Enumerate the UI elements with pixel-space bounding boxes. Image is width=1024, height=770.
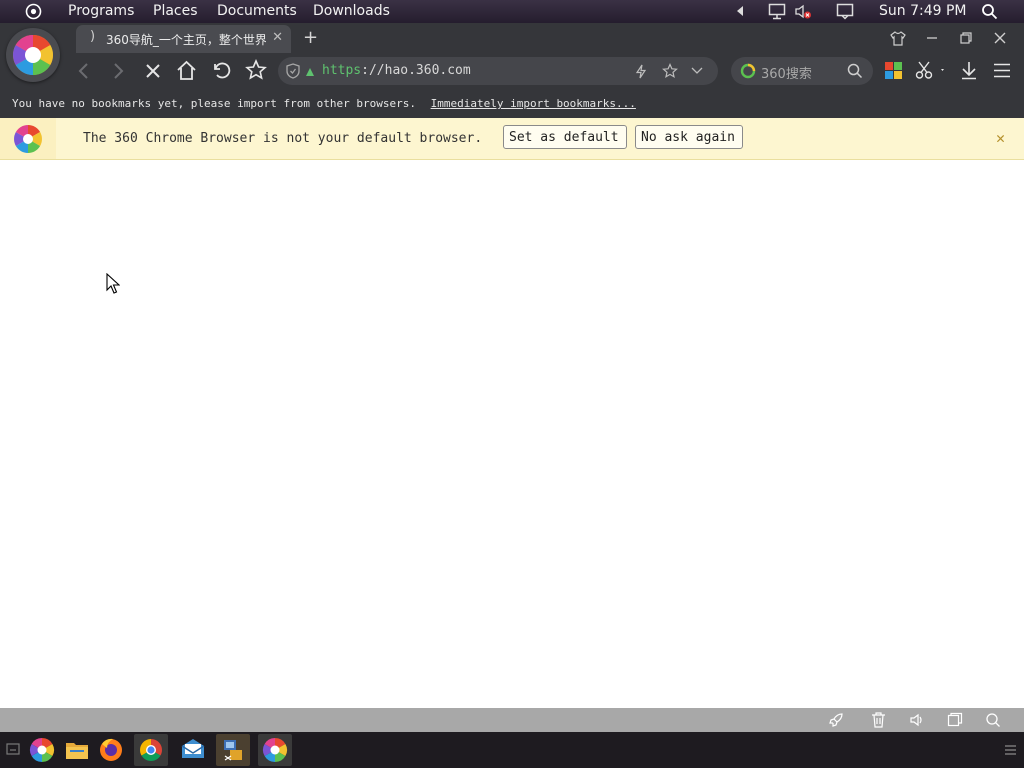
stop-icon[interactable] [144, 62, 162, 80]
star-icon[interactable] [245, 59, 267, 81]
taskbar-mail[interactable] [176, 734, 210, 766]
menu-downloads[interactable]: Downloads [313, 3, 390, 19]
back-icon[interactable] [76, 61, 92, 81]
lightning-icon[interactable] [634, 64, 648, 79]
zoom-icon[interactable] [985, 712, 1001, 728]
url-scheme: https [322, 63, 362, 78]
restore-icon[interactable] [959, 31, 973, 45]
set-default-button[interactable]: Set as default [503, 125, 627, 149]
apps-grid-icon[interactable] [885, 62, 902, 79]
close-icon[interactable]: ✕ [272, 30, 283, 45]
default-browser-infobar: The 360 Chrome Browser is not your defau… [0, 118, 1024, 160]
taskbar-chrome[interactable] [134, 734, 168, 766]
search-box[interactable]: 360搜索 [731, 57, 873, 85]
bookmark-message: You have no bookmarks yet, please import… [12, 97, 416, 110]
chevron-down-icon[interactable] [691, 66, 703, 75]
browser-tab[interactable]: ) 360导航_一个主页，整个世界 ✕ [76, 25, 291, 53]
address-bar[interactable]: https://hao.360.com [278, 57, 718, 85]
taskbar-system-tool[interactable] [216, 734, 250, 766]
clock[interactable]: Sun 7:49 PM [879, 3, 967, 19]
close-icon[interactable]: ✕ [996, 129, 1005, 147]
bookmark-bar: You have no bookmarks yet, please import… [0, 94, 1024, 118]
new-tab-button[interactable]: + [303, 27, 318, 48]
download-icon[interactable] [960, 61, 978, 80]
show-desktop-icon[interactable] [6, 743, 20, 756]
scissors-icon[interactable] [915, 61, 945, 80]
close-window-icon[interactable] [993, 31, 1007, 45]
taskbar-360-browser-active[interactable] [258, 734, 292, 766]
search-placeholder: 360搜索 [761, 67, 812, 82]
taskbar-files[interactable] [60, 734, 94, 766]
volume-icon[interactable] [909, 712, 925, 728]
trash-icon[interactable] [871, 712, 886, 728]
secure-lock-icon [304, 65, 316, 77]
infobar-message: The 360 Chrome Browser is not your defau… [83, 131, 483, 146]
rocket-icon[interactable] [828, 712, 844, 728]
taskbar [0, 732, 1024, 768]
menu-icon[interactable] [993, 62, 1011, 79]
minimize-icon[interactable] [925, 31, 939, 45]
import-bookmarks-link[interactable]: Immediately import bookmarks... [431, 97, 636, 110]
shield-icon[interactable] [286, 63, 300, 79]
favorite-icon[interactable] [662, 63, 678, 79]
browser-logo[interactable] [6, 28, 60, 82]
url-text: https://hao.360.com [322, 63, 471, 78]
menu-documents[interactable]: Documents [217, 3, 297, 19]
taskbar-360-browser[interactable] [25, 734, 59, 766]
360-browser-icon [12, 123, 44, 155]
taskbar-firefox[interactable] [94, 734, 128, 766]
menu-programs[interactable]: Programs [68, 3, 134, 19]
mouse-cursor-icon [106, 273, 120, 294]
tab-title: 360导航_一个主页，整个世界 [106, 33, 266, 47]
forward-icon[interactable] [110, 61, 126, 81]
status-bar [0, 708, 1024, 732]
loading-icon: ) [90, 29, 96, 44]
page-content[interactable] [0, 160, 1024, 708]
window-icon[interactable] [947, 712, 963, 728]
undo-icon[interactable] [211, 60, 232, 81]
menu-places[interactable]: Places [153, 3, 198, 19]
360-search-logo-icon [740, 63, 756, 79]
search-icon[interactable] [847, 63, 863, 79]
taskbar-menu-icon[interactable] [1004, 744, 1017, 756]
infobar-logo-cell [0, 118, 56, 159]
shirt-icon[interactable] [890, 31, 906, 46]
home-icon[interactable] [176, 60, 197, 81]
url-host: ://hao.360.com [361, 63, 471, 78]
top-panel: Programs Places Documents Downloads Sun … [0, 0, 1024, 23]
no-ask-again-button[interactable]: No ask again [635, 125, 743, 149]
